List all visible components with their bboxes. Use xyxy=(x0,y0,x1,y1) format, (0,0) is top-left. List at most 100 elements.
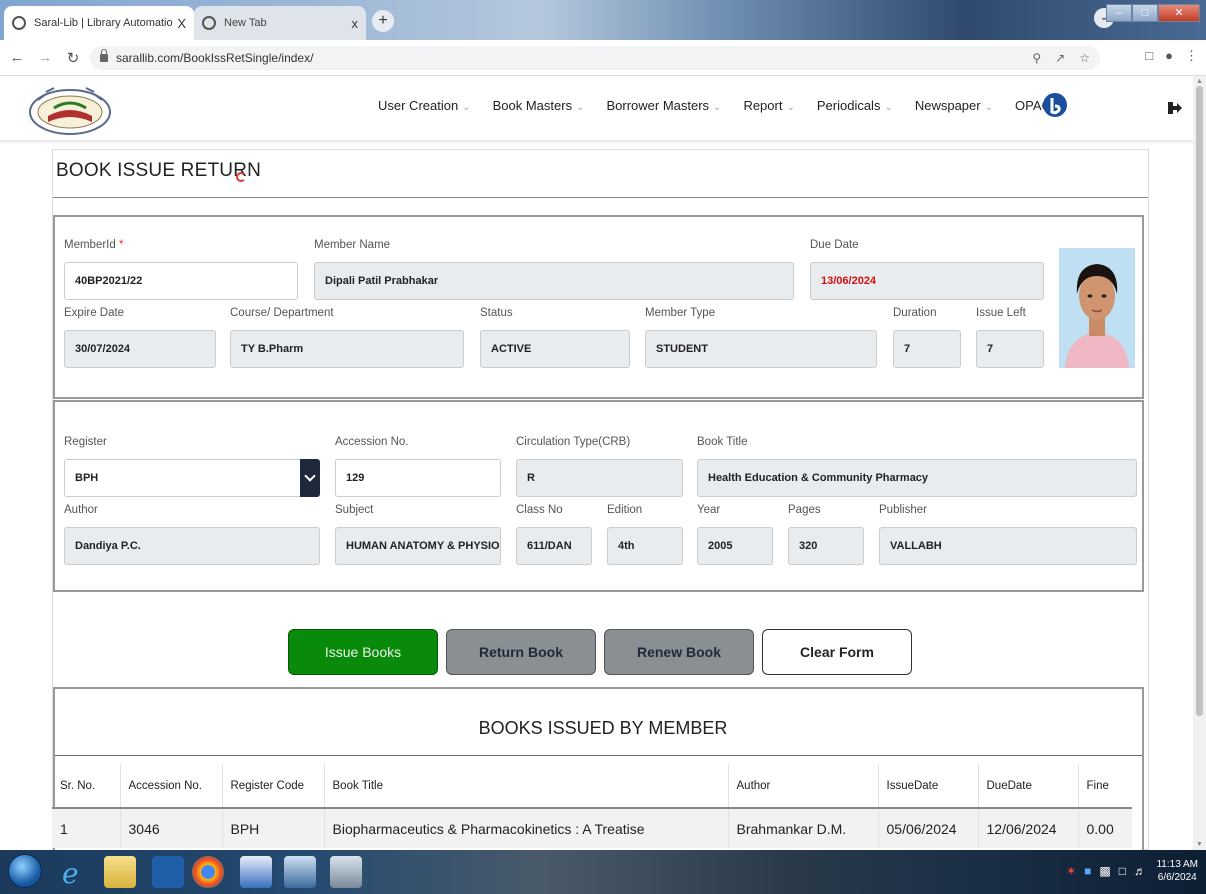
duration-field: 7 xyxy=(893,330,961,368)
member-photo xyxy=(1059,248,1135,368)
media-player-icon[interactable] xyxy=(152,856,184,888)
col-issue-date: IssueDate xyxy=(877,764,978,809)
col-book-title: Book Title xyxy=(323,764,728,809)
new-tab-button[interactable]: + xyxy=(372,10,394,32)
menu-user-creation[interactable]: User Creation ⌄ xyxy=(378,98,471,113)
subject-label: Subject xyxy=(335,504,374,516)
maximize-icon[interactable]: □ xyxy=(1132,4,1158,22)
accession-label: Accession No. xyxy=(335,436,409,448)
course-label: Course/ Department xyxy=(230,307,334,319)
cell-book-title: Biopharmaceutics & Pharmacokinetics : A … xyxy=(323,808,728,848)
register-select[interactable]: BPH xyxy=(64,459,320,497)
chrome-icon[interactable] xyxy=(192,856,224,888)
menu-borrower-masters[interactable]: Borrower Masters ⌄ xyxy=(606,98,721,113)
window-controls: – □ ✕ xyxy=(1106,4,1200,22)
window-close-icon[interactable]: ✕ xyxy=(1158,4,1200,22)
renew-book-button[interactable]: Renew Book xyxy=(604,629,754,675)
menu-newspaper[interactable]: Newspaper ⌄ xyxy=(915,98,993,113)
start-button[interactable] xyxy=(8,854,42,888)
issued-books-title: BOOKS ISSUED BY MEMBER xyxy=(478,718,728,738)
member-id-label: MemberId * xyxy=(64,239,124,251)
menu-periodicals[interactable]: Periodicals ⌄ xyxy=(817,98,893,113)
tray-app-icon[interactable]: ✶ xyxy=(1066,864,1076,878)
status-label: Status xyxy=(480,307,513,319)
word-icon[interactable] xyxy=(240,856,272,888)
chevron-down-icon: ⌄ xyxy=(576,102,585,113)
expire-date-label: Expire Date xyxy=(64,307,125,319)
course-field: TY B.Pharm xyxy=(230,330,464,368)
share-icon[interactable]: ↗ xyxy=(1055,51,1065,65)
clear-form-button[interactable]: Clear Form xyxy=(762,629,912,675)
lock-icon xyxy=(100,49,108,62)
clock-time: 11:13 AM xyxy=(1156,859,1198,870)
page-title: BOOK ISSUE RETURN xyxy=(56,160,262,181)
forward-icon[interactable]: → xyxy=(34,49,56,66)
publisher-field: VALLABH xyxy=(879,527,1137,565)
chevron-down-icon[interactable] xyxy=(300,459,320,497)
menu-book-masters[interactable]: Book Masters ⌄ xyxy=(493,98,585,113)
cell-accession: 3046 xyxy=(119,808,222,848)
browser-tab-strip: Saral-Lib | Library Automation Sy X New … xyxy=(0,0,1206,40)
side-panel-icon[interactable]: □ xyxy=(1145,48,1153,64)
main-menu: User Creation ⌄ Book Masters ⌄ Borrower Ma… xyxy=(378,98,1073,113)
menu-report[interactable]: Report ⌄ xyxy=(743,98,794,113)
edition-label: Edition xyxy=(607,504,643,516)
chevron-down-icon: ⌄ xyxy=(462,102,471,113)
system-clock[interactable]: 11:13 AM 6/6/2024 xyxy=(1156,858,1198,884)
issue-books-button[interactable]: Issue Books xyxy=(288,629,438,675)
col-due-date: DueDate xyxy=(977,764,1078,809)
tray-app-icon[interactable]: ■ xyxy=(1084,864,1091,878)
profile-icon[interactable]: ● xyxy=(1165,48,1173,64)
browser-toolbar: ← → ↻ sarallib.com/BookIssRetSingle/inde… xyxy=(0,40,1206,76)
accession-input[interactable]: 129 xyxy=(335,459,501,497)
issue-left-field: 7 xyxy=(976,330,1044,368)
class-no-field: 611/DAN xyxy=(516,527,592,565)
return-book-button[interactable]: Return Book xyxy=(446,629,596,675)
cell-sr-no: 1 xyxy=(52,808,120,848)
scroll-up-icon[interactable]: ▲ xyxy=(1196,78,1203,85)
action-center-icon[interactable]: □ xyxy=(1119,864,1126,878)
back-icon[interactable]: ← xyxy=(6,49,28,66)
pages-label: Pages xyxy=(788,504,821,516)
issued-books-table: Sr. No. Accession No. Register Code Book… xyxy=(52,764,1132,848)
close-tab-icon[interactable]: X xyxy=(177,16,186,31)
site-favicon-icon xyxy=(12,16,26,30)
due-date-field: 13/06/2024 xyxy=(810,262,1044,300)
minimize-icon[interactable]: – xyxy=(1106,4,1132,22)
clock-date: 6/6/2024 xyxy=(1157,872,1197,883)
close-tab-icon[interactable]: x xyxy=(352,16,359,31)
desktop-icon[interactable] xyxy=(284,856,316,888)
library-logo[interactable] xyxy=(26,82,114,136)
edition-field: 4th xyxy=(607,527,683,565)
circulation-field: R xyxy=(516,459,683,497)
file-explorer-icon[interactable] xyxy=(104,856,136,888)
tab-new-tab[interactable]: New Tab x xyxy=(194,6,366,40)
member-type-label: Member Type xyxy=(645,307,716,319)
address-bar[interactable]: sarallib.com/BookIssRetSingle/index/ ⚲ ↗… xyxy=(90,46,1100,70)
volume-icon[interactable]: ♬ xyxy=(1134,864,1146,878)
opac-logo-icon[interactable] xyxy=(1042,92,1068,122)
refresh-icon[interactable] xyxy=(236,172,246,182)
logout-icon[interactable] xyxy=(1168,102,1182,114)
bookmark-star-icon[interactable]: ☆ xyxy=(1079,51,1090,65)
internet-explorer-icon[interactable]: e xyxy=(56,856,88,890)
tab-saral-lib[interactable]: Saral-Lib | Library Automation Sy X xyxy=(4,6,194,40)
scrollbar-thumb[interactable] xyxy=(1196,86,1203,716)
reload-icon[interactable]: ↻ xyxy=(62,49,84,67)
cell-due-date: 12/06/2024 xyxy=(977,808,1078,848)
paint-icon[interactable] xyxy=(330,856,362,888)
col-sr-no: Sr. No. xyxy=(52,764,120,809)
network-icon[interactable]: ▩ xyxy=(1099,864,1110,878)
zoom-icon[interactable]: ⚲ xyxy=(1032,51,1041,65)
subject-field: HUMAN ANATOMY & PHYSIOLO xyxy=(335,527,501,565)
col-register-code: Register Code xyxy=(221,764,324,809)
book-title-label: Book Title xyxy=(697,436,748,448)
author-field: Dandiya P.C. xyxy=(64,527,320,565)
chrome-favicon-icon xyxy=(202,16,216,30)
member-id-input[interactable]: 40BP2021/22 xyxy=(64,262,298,300)
chrome-menu-icon[interactable]: ⋮ xyxy=(1185,48,1198,64)
scroll-down-icon[interactable]: ▼ xyxy=(1196,841,1203,848)
table-row[interactable]: 1 3046 BPH Biopharmaceutics & Pharmacoki… xyxy=(52,808,1132,848)
chevron-down-icon: ⌄ xyxy=(713,102,722,113)
col-fine: Fine xyxy=(1077,764,1132,809)
